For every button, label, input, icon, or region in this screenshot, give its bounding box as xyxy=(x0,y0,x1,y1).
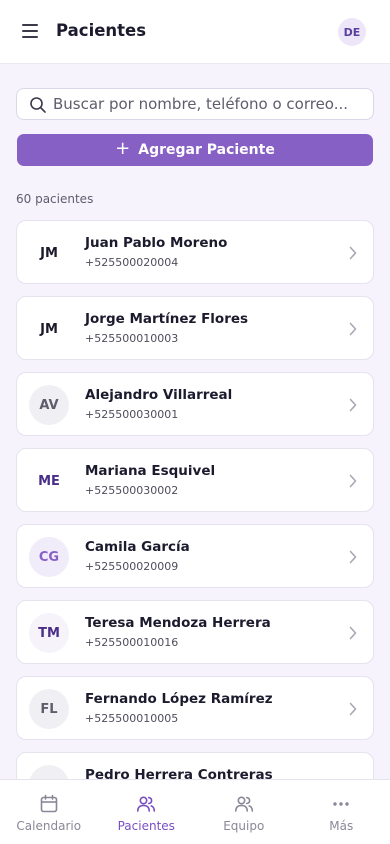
patient-avatar: ME xyxy=(29,461,69,501)
chevron-right-icon xyxy=(349,550,357,564)
nav-label: Más xyxy=(329,819,354,833)
bottom-nav: Calendario Pacientes Equipo Más xyxy=(0,779,390,844)
chevron-right-icon xyxy=(349,474,357,488)
patient-avatar: AV xyxy=(29,385,69,425)
patient-card[interactable]: JM Juan Pablo Moreno +525500020004 xyxy=(16,220,374,284)
patient-phone: +525500030001 xyxy=(85,408,179,421)
nav-label: Pacientes xyxy=(117,819,175,833)
patient-name: Juan Pablo Moreno xyxy=(85,235,228,251)
patient-phone: +525500010005 xyxy=(85,712,179,725)
patient-phone: +525500020004 xyxy=(85,256,179,269)
chevron-right-icon xyxy=(349,246,357,260)
users-icon xyxy=(137,796,156,812)
patient-name: Fernando López Ramírez xyxy=(85,691,273,707)
patient-phone: +525500020009 xyxy=(85,560,179,573)
more-icon xyxy=(333,802,349,806)
patient-name: Camila García xyxy=(85,539,190,555)
nav-item-pacientes[interactable]: Pacientes xyxy=(98,780,196,844)
search-bar xyxy=(16,88,374,120)
chevron-right-icon xyxy=(349,702,357,716)
nav-item-calendario[interactable]: Calendario xyxy=(0,780,98,844)
team-icon xyxy=(234,796,253,812)
patient-phone: +525500010016 xyxy=(85,636,179,649)
patient-phone: +525500010003 xyxy=(85,332,179,345)
patient-card[interactable]: FL Fernando López Ramírez +525500010005 xyxy=(16,676,374,740)
page-title: Pacientes xyxy=(56,21,147,40)
patient-card[interactable]: TM Teresa Mendoza Herrera +525500010016 xyxy=(16,600,374,664)
nav-item-equipo[interactable]: Equipo xyxy=(195,780,293,844)
user-avatar[interactable]: DE xyxy=(338,18,366,46)
patient-card[interactable]: JM Jorge Martínez Flores +525500010003 xyxy=(16,296,374,360)
calendar-icon xyxy=(40,794,58,813)
patient-card[interactable]: ME Mariana Esquivel +525500030002 xyxy=(16,448,374,512)
add-patient-button[interactable]: + Agregar Paciente xyxy=(17,134,373,166)
patient-phone: +525500030002 xyxy=(85,484,179,497)
chevron-right-icon xyxy=(349,398,357,412)
top-bar: Pacientes DE xyxy=(0,0,390,64)
search-input[interactable] xyxy=(53,89,367,119)
patient-list: JM Juan Pablo Moreno +525500020004 JM Jo… xyxy=(16,220,374,828)
nav-item-mas[interactable]: Más xyxy=(293,780,390,844)
patient-card[interactable]: CG Camila García +525500020009 xyxy=(16,524,374,588)
patient-avatar: TM xyxy=(29,613,69,653)
patient-name: Alejandro Villarreal xyxy=(85,387,233,403)
search-icon xyxy=(29,96,47,118)
add-patient-label: Agregar Paciente xyxy=(138,142,275,158)
patient-name: Mariana Esquivel xyxy=(85,463,216,479)
nav-label: Calendario xyxy=(16,819,82,833)
patient-avatar: JM xyxy=(29,233,69,273)
patient-card[interactable]: AV Alejandro Villarreal +525500030001 xyxy=(16,372,374,436)
chevron-right-icon xyxy=(349,322,357,336)
menu-icon[interactable] xyxy=(22,24,38,38)
patient-avatar: JM xyxy=(29,309,69,349)
chevron-right-icon xyxy=(349,626,357,640)
patient-avatar: FL xyxy=(29,689,69,729)
nav-label: Equipo xyxy=(223,819,265,833)
plus-icon: + xyxy=(115,138,131,159)
patient-name: Jorge Martínez Flores xyxy=(85,311,249,327)
patient-name: Teresa Mendoza Herrera xyxy=(85,615,271,631)
patient-count: 60 pacientes xyxy=(16,192,94,206)
patient-avatar: CG xyxy=(29,537,69,577)
